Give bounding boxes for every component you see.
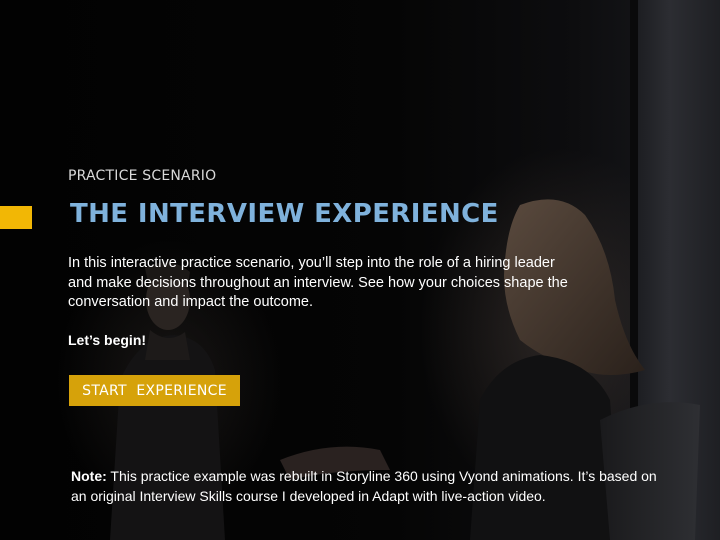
- slide-title: THE INTERVIEW EXPERIENCE: [70, 199, 499, 229]
- start-experience-label: START EXPERIENCE: [82, 382, 227, 399]
- start-experience-button[interactable]: START EXPERIENCE: [69, 375, 240, 406]
- note-label: Note:: [71, 468, 107, 484]
- slide: PRACTICE SCENARIO THE INTERVIEW EXPERIEN…: [0, 0, 720, 540]
- lets-begin-text: Let’s begin!: [68, 332, 147, 348]
- accent-bar: [0, 206, 32, 229]
- eyebrow-label: PRACTICE SCENARIO: [68, 168, 217, 184]
- note-text: Note: This practice example was rebuilt …: [71, 466, 671, 506]
- intro-text: In this interactive practice scenario, y…: [68, 255, 568, 310]
- note-body: This practice example was rebuilt in Sto…: [71, 468, 657, 504]
